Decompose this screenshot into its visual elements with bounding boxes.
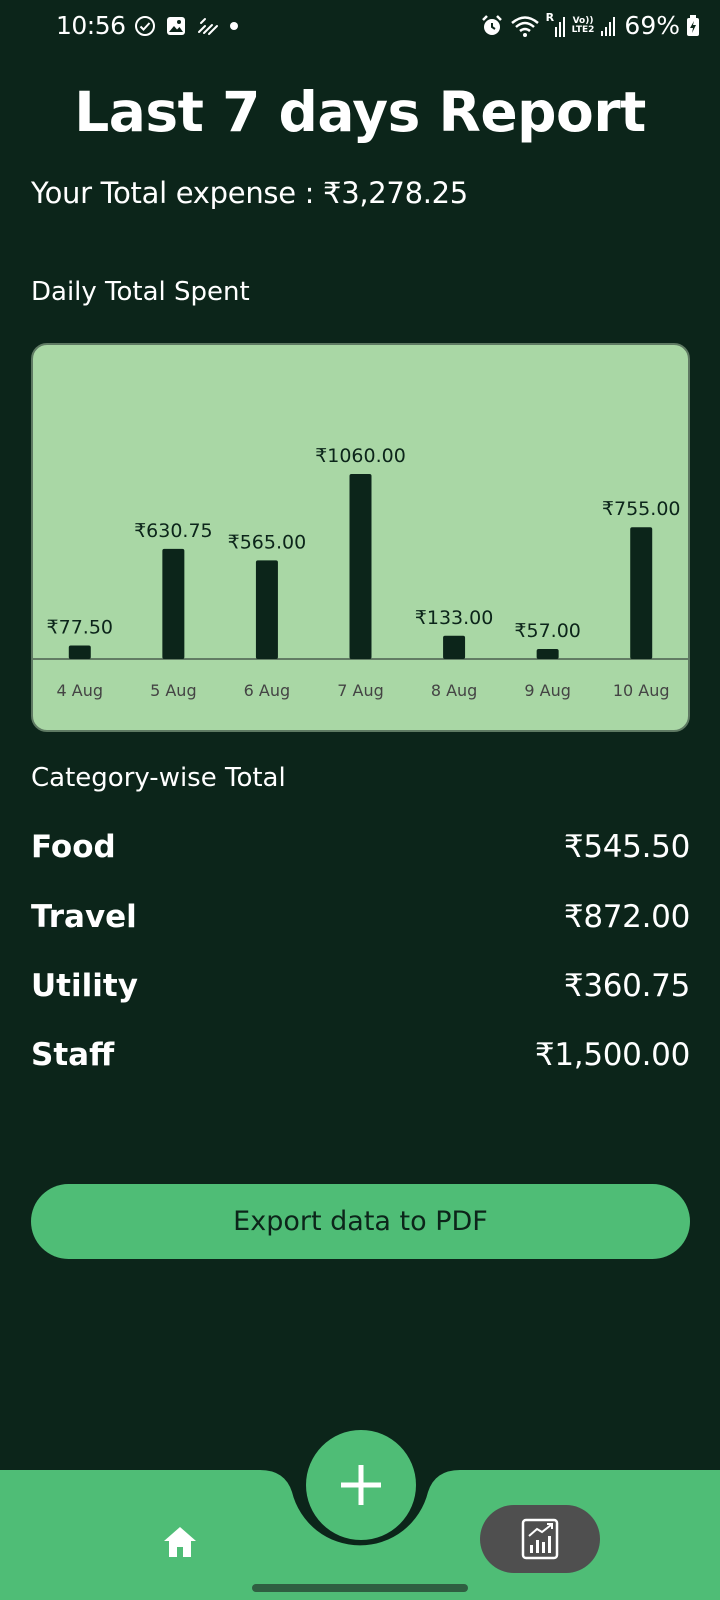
nav-report-button[interactable] bbox=[480, 1505, 600, 1573]
roaming-signal: R bbox=[546, 11, 566, 39]
daily-spend-chart: ₹77.50 4 Aug ₹630.75 5 Aug ₹565.00 6 Aug ₹1060… bbox=[31, 343, 690, 732]
battery-charging-icon bbox=[687, 14, 699, 36]
notification-icons bbox=[134, 15, 239, 37]
category-heading: Category-wise Total bbox=[31, 763, 286, 793]
category-row-staff: Staff ₹1,500.00 bbox=[31, 1037, 690, 1077]
bar-value-label: ₹565.00 bbox=[228, 531, 307, 553]
x-tick-label: 10 Aug bbox=[613, 681, 670, 700]
bar-10-aug bbox=[630, 527, 653, 659]
x-tick-label: 4 Aug bbox=[57, 681, 104, 700]
bar-value-label: ₹77.50 bbox=[47, 616, 113, 638]
category-value: ₹545.50 bbox=[563, 829, 690, 865]
category-name: Food bbox=[31, 829, 116, 865]
gesture-handle[interactable] bbox=[252, 1584, 468, 1592]
report-screen: 10:56 R Vo)) LTE2 69% Last 7 days Report… bbox=[0, 0, 720, 1600]
wifi-icon bbox=[510, 15, 539, 37]
cell-signal-icon bbox=[554, 16, 565, 37]
category-name: Utility bbox=[31, 968, 138, 1004]
category-value: ₹360.75 bbox=[563, 968, 690, 1004]
category-name: Travel bbox=[31, 899, 137, 935]
notification-dot-icon bbox=[230, 22, 238, 30]
alarm-icon bbox=[481, 14, 502, 35]
x-tick-label: 6 Aug bbox=[244, 681, 291, 700]
bar-8-aug bbox=[443, 635, 466, 659]
check-circle-icon bbox=[135, 16, 155, 36]
bar-value-label: ₹755.00 bbox=[602, 498, 681, 520]
daily-total-heading: Daily Total Spent bbox=[31, 277, 250, 307]
lte-label: LTE2 bbox=[571, 24, 595, 35]
bar-7-aug bbox=[349, 474, 372, 659]
nav-home-button[interactable] bbox=[155, 1520, 205, 1564]
category-value: ₹872.00 bbox=[563, 899, 690, 935]
bar-6-aug bbox=[255, 560, 278, 659]
x-tick-label: 8 Aug bbox=[431, 681, 478, 700]
total-expense: Your Total expense : ₹3,278.25 bbox=[31, 176, 468, 210]
bar-value-label: ₹133.00 bbox=[415, 607, 494, 629]
category-value: ₹1,500.00 bbox=[534, 1037, 690, 1073]
category-name: Staff bbox=[31, 1037, 115, 1073]
status-bar: 10:56 R Vo)) LTE2 69% bbox=[0, 0, 720, 54]
category-row-travel: Travel ₹872.00 bbox=[31, 899, 690, 939]
cell-signal-2-icon bbox=[601, 16, 616, 36]
plus-icon bbox=[341, 1465, 381, 1505]
battery-percent: 69% bbox=[624, 11, 680, 40]
bar-5-aug bbox=[162, 548, 185, 659]
bar-value-label: ₹630.75 bbox=[134, 520, 213, 542]
bar-4-aug bbox=[68, 645, 91, 659]
page-title: Last 7 days Report bbox=[74, 80, 646, 144]
x-tick-label: 9 Aug bbox=[524, 681, 571, 700]
status-time: 10:56 bbox=[56, 11, 126, 40]
x-tick-label: 5 Aug bbox=[150, 681, 197, 700]
report-chart-icon bbox=[521, 1518, 559, 1560]
gallery-icon bbox=[167, 17, 185, 35]
export-pdf-button[interactable]: Export data to PDF bbox=[31, 1184, 690, 1259]
add-expense-button[interactable] bbox=[306, 1430, 416, 1540]
category-row-food: Food ₹545.50 bbox=[31, 829, 690, 869]
network-type: Vo)) LTE2 bbox=[571, 16, 595, 35]
bar-value-label: ₹1060.00 bbox=[315, 445, 406, 467]
category-row-utility: Utility ₹360.75 bbox=[31, 968, 690, 1008]
home-icon bbox=[164, 1527, 196, 1557]
signal-bars-icon bbox=[198, 18, 218, 35]
bar-chart-svg: ₹77.50 4 Aug ₹630.75 5 Aug ₹565.00 6 Aug ₹1060… bbox=[33, 445, 688, 700]
x-tick-label: 7 Aug bbox=[337, 681, 384, 700]
bar-9-aug bbox=[536, 649, 559, 659]
bar-value-label: ₹57.00 bbox=[514, 620, 580, 642]
status-right: R Vo)) LTE2 69% bbox=[480, 11, 700, 40]
